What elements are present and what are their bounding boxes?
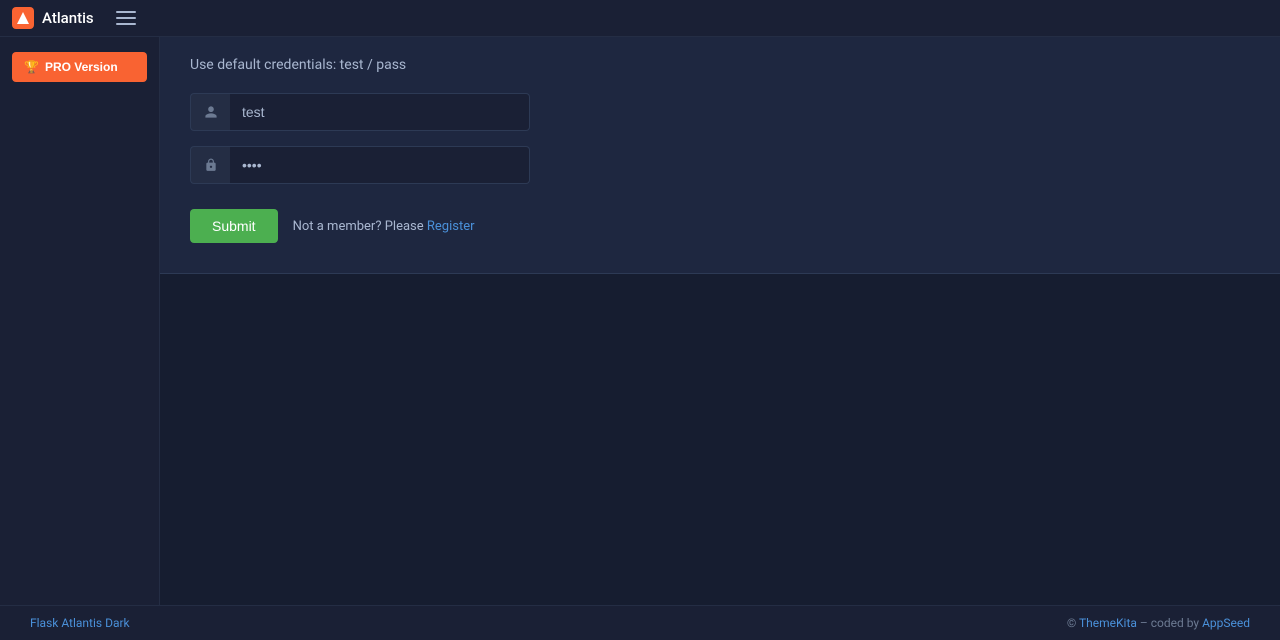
footer-separator: – coded by [1137, 616, 1202, 630]
hamburger-menu-button[interactable] [114, 9, 138, 27]
register-prompt-text: Not a member? Please [293, 219, 424, 234]
brand-link[interactable]: Atlantis [12, 7, 94, 29]
footer-bar: Flask Atlantis Dark © ThemeKita – coded … [0, 605, 1280, 640]
username-icon [190, 93, 230, 131]
dark-area [160, 274, 1280, 605]
login-card: Use default credentials: test / pass [160, 37, 1280, 274]
form-actions: Submit Not a member? Please Register [190, 199, 1250, 253]
submit-button[interactable]: Submit [190, 209, 278, 243]
pro-version-label: PRO Version [45, 60, 118, 74]
navbar: Atlantis [0, 0, 1280, 37]
brand-logo-triangle [17, 12, 29, 24]
footer-right: © ThemeKita – coded by AppSeed [1067, 616, 1250, 630]
footer-brand-link[interactable]: Flask Atlantis Dark [30, 616, 130, 630]
pro-version-icon: 🏆 [24, 60, 39, 74]
sidebar: 🏆 PRO Version [0, 37, 160, 605]
hamburger-line-1 [116, 11, 136, 13]
footer-themekita-link[interactable]: ThemeKita [1079, 616, 1137, 630]
username-input[interactable] [230, 93, 530, 131]
password-icon [190, 146, 230, 184]
password-input[interactable] [230, 146, 530, 184]
password-form-group [190, 146, 540, 184]
brand-name: Atlantis [42, 9, 94, 27]
username-form-group [190, 93, 540, 131]
main-layout: 🏆 PRO Version Use default credentials: t… [0, 37, 1280, 605]
register-link[interactable]: Register [427, 219, 475, 234]
pro-version-button[interactable]: 🏆 PRO Version [12, 52, 147, 82]
register-prompt: Not a member? Please Register [293, 219, 475, 234]
brand-logo-icon [12, 7, 34, 29]
hamburger-line-2 [116, 17, 136, 19]
main-content: Use default credentials: test / pass [160, 37, 1280, 605]
footer-appseed-link[interactable]: AppSeed [1202, 616, 1250, 630]
credentials-hint: Use default credentials: test / pass [190, 57, 1250, 73]
footer-copyright: © [1067, 616, 1079, 630]
hamburger-line-3 [116, 23, 136, 25]
footer-left: Flask Atlantis Dark [30, 616, 130, 630]
